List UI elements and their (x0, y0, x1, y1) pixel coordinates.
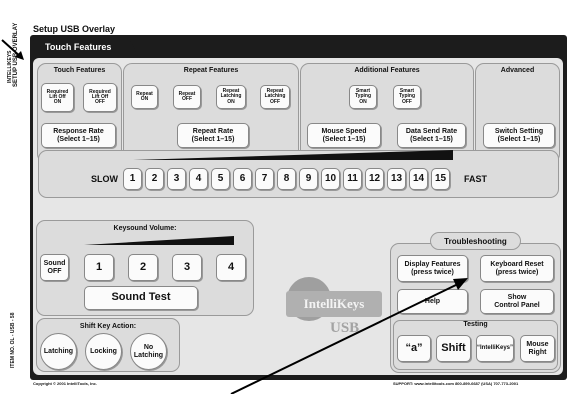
speed-button-1[interactable]: 1 (123, 168, 142, 190)
required-lift-off-off-button[interactable]: Required Lift Off OFF (83, 83, 117, 112)
sound-off-button[interactable]: Sound OFF (40, 254, 69, 281)
switch-setting-button[interactable]: Switch Setting (Select 1–15) (483, 123, 555, 148)
advanced-group (475, 63, 560, 163)
repeat-on-button[interactable]: Repeat ON (131, 85, 158, 109)
help-button[interactable]: Help (397, 289, 468, 314)
speed-button-12[interactable]: 12 (365, 168, 384, 190)
touch-features-group (37, 63, 122, 163)
testing-title: Testing (463, 321, 488, 328)
tab-touch-features-label: Touch Features (45, 42, 112, 52)
shift-key-title: Shift Key Action: (79, 323, 137, 330)
mouse-speed-button[interactable]: Mouse Speed (Select 1–15) (307, 123, 381, 148)
advanced-title: Advanced (500, 67, 535, 74)
speed-button-2[interactable]: 2 (145, 168, 164, 190)
test-shift-button[interactable]: Shift (436, 335, 471, 362)
repeat-latching-on-button[interactable]: Repeat Latching ON (216, 85, 246, 109)
smart-typing-on-button[interactable]: Smart Typing ON (349, 85, 377, 109)
keysound-title: Keysound Volume: (113, 225, 177, 232)
test-intellikeys-button[interactable]: “IntelliKeys” (476, 335, 514, 362)
usb-logo: USB (330, 320, 360, 336)
item-code-label: ITEM NO. OL - USB - 58 (8, 300, 18, 370)
window-title: Setup USB Overlay (33, 24, 116, 34)
repeat-rate-button[interactable]: Repeat Rate (Select 1–15) (177, 123, 249, 148)
copyright-text: Copyright © 2001 IntelliTools, Inc. (33, 381, 97, 386)
speed-button-7[interactable]: 7 (255, 168, 274, 190)
support-text: SUPPORT: www.intellitools.com 800-899-66… (393, 381, 519, 386)
latching-button[interactable]: Latching (40, 333, 77, 370)
side-label-bottom: SETUP USB OVERLAY (13, 22, 19, 87)
speed-button-4[interactable]: 4 (189, 168, 208, 190)
no-latching-button[interactable]: No Latching (130, 333, 167, 370)
item-code-text: ITEM NO. OL - USB - 58 (10, 312, 16, 368)
test-mouse-right-button[interactable]: Mouse Right (520, 335, 555, 362)
speed-button-5[interactable]: 5 (211, 168, 230, 190)
speed-button-11[interactable]: 11 (343, 168, 362, 190)
speed-button-14[interactable]: 14 (409, 168, 428, 190)
troubleshooting-title: Troubleshooting (430, 232, 521, 250)
additional-features-group (300, 63, 474, 163)
test-a-button[interactable]: “a” (397, 335, 431, 362)
repeat-features-group (123, 63, 299, 163)
speed-button-3[interactable]: 3 (167, 168, 186, 190)
touch-features-title: Touch Features (53, 67, 106, 74)
slow-label: SLOW (91, 174, 118, 184)
speed-button-15[interactable]: 15 (431, 168, 450, 190)
speed-button-8[interactable]: 8 (277, 168, 296, 190)
overlay-side-label: INTELLIKEYS SETUP USB OVERLAY (5, 22, 21, 87)
intellikeys-logo: IntelliKeys (286, 291, 382, 317)
response-rate-button[interactable]: Response Rate (Select 1–15) (41, 123, 116, 148)
speed-button-10[interactable]: 10 (321, 168, 340, 190)
display-features-button[interactable]: Display Features (press twice) (397, 255, 468, 282)
data-send-rate-button[interactable]: Data Send Rate (Select 1–15) (397, 123, 466, 148)
required-lift-off-on-button[interactable]: Required Lift Off ON (41, 83, 74, 112)
keysound-level-1-button[interactable]: 1 (84, 254, 114, 281)
speed-button-6[interactable]: 6 (233, 168, 252, 190)
show-control-panel-button[interactable]: Show Control Panel (480, 289, 554, 314)
keysound-level-2-button[interactable]: 2 (128, 254, 158, 281)
keysound-level-3-button[interactable]: 3 (172, 254, 202, 281)
additional-features-title: Additional Features (354, 67, 420, 74)
keyboard-reset-button[interactable]: Keyboard Reset (press twice) (480, 255, 554, 282)
speed-button-13[interactable]: 13 (387, 168, 406, 190)
smart-typing-off-button[interactable]: Smart Typing OFF (393, 85, 421, 109)
sound-test-button[interactable]: Sound Test (84, 286, 198, 310)
fast-label: FAST (464, 174, 488, 184)
keysound-level-4-button[interactable]: 4 (216, 254, 246, 281)
speed-button-9[interactable]: 9 (299, 168, 318, 190)
repeat-features-title: Repeat Features (183, 67, 239, 74)
locking-button[interactable]: Locking (85, 333, 122, 370)
repeat-off-button[interactable]: Repeat OFF (173, 85, 201, 109)
repeat-latching-off-button[interactable]: Repeat Latching OFF (260, 85, 290, 109)
